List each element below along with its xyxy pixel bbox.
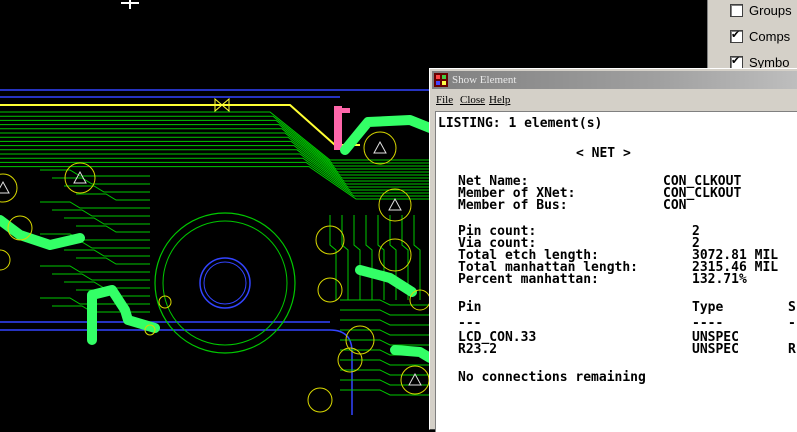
column-rule-pin: ---	[458, 316, 482, 331]
show-element-window: Show Element File Close Help LISTING: 1 …	[429, 68, 797, 432]
groups-checkbox[interactable]: Groups	[730, 1, 792, 19]
comps-checkbox-label: Comps	[749, 28, 791, 44]
bus-label: Member of Bus:	[458, 198, 568, 213]
listing-text-area[interactable]: LISTING: 1 element(s) < NET > Net Name: …	[435, 111, 797, 432]
listing-line: LISTING: 1 element(s)	[438, 116, 603, 131]
column-header-type: Type	[692, 300, 724, 315]
connections-status: No connections remaining	[458, 370, 646, 385]
window-titlebar[interactable]: Show Element	[432, 71, 797, 89]
groups-checkbox-box[interactable]	[730, 3, 743, 17]
percent-manhattan-label: Percent manhattan:	[458, 272, 599, 287]
column-rule-type: ----	[692, 316, 724, 331]
menu-file[interactable]: File	[436, 94, 453, 106]
pink-pad	[334, 106, 342, 150]
symbols-checkbox-box[interactable]	[730, 54, 743, 69]
percent-manhattan-value: 132.71%	[692, 272, 747, 287]
menu-help[interactable]: Help	[489, 94, 510, 106]
table-row-s: R	[788, 342, 796, 357]
bus-value: CON	[663, 198, 687, 213]
menu-bar: File Close Help	[432, 91, 797, 108]
comps-checkbox[interactable]: Comps	[730, 27, 790, 45]
layer-visibility-panel: Groups Comps Symbo	[707, 0, 797, 70]
app-icon	[434, 73, 448, 87]
column-rule-s: -	[788, 316, 796, 331]
comps-checkbox-box[interactable]	[730, 28, 743, 43]
menu-close[interactable]: Close	[460, 94, 485, 106]
section-header: < NET >	[576, 146, 631, 161]
column-header-s: S	[788, 300, 796, 315]
table-row-type: UNSPEC	[692, 342, 739, 357]
groups-checkbox-label: Groups	[749, 2, 792, 18]
pink-pad-tab	[342, 108, 350, 113]
window-title: Show Element	[452, 74, 517, 86]
column-header-pin: Pin	[458, 300, 482, 315]
table-row-pin: R23.2	[458, 342, 498, 357]
